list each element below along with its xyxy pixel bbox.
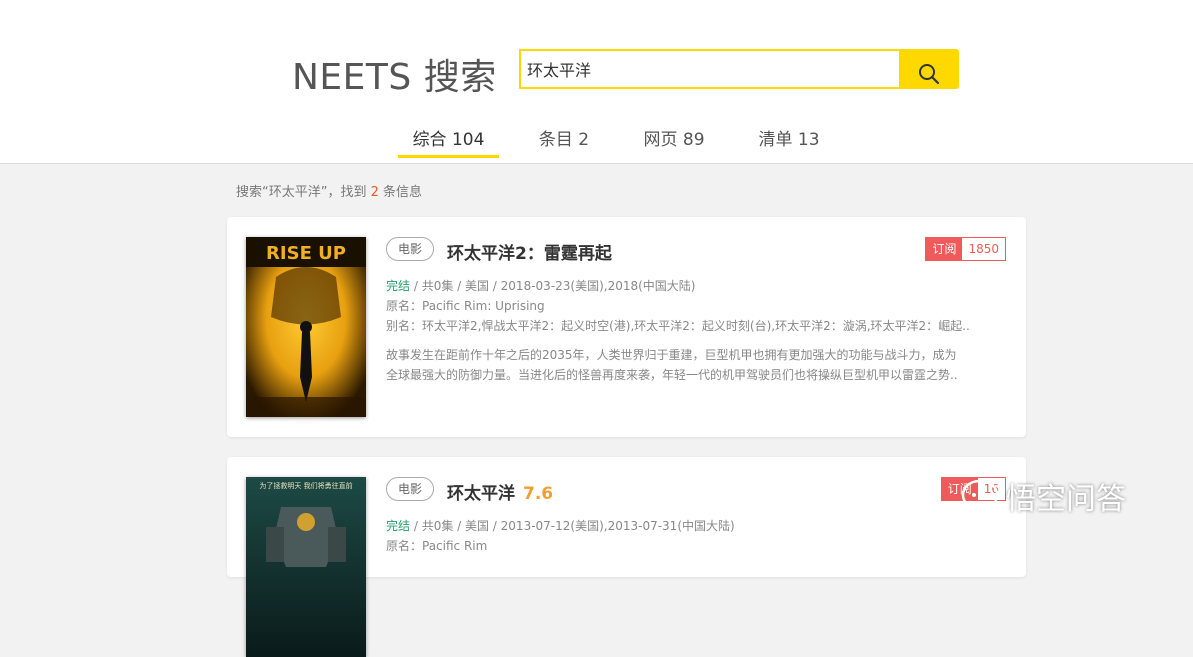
category-tag[interactable]: 电影 [386, 477, 435, 501]
poster-tagline: 为了拯救明天 我们将勇往直前 [259, 481, 352, 490]
poster-art: 为了拯救明天 我们将勇往直前 [246, 477, 366, 657]
result-meta: 完结 / 共0集 / 美国 / 2018-03-23(美国),2018(中国大陆… [386, 277, 1008, 294]
release-info: / 共0集 / 美国 / 2018-03-23(美国),2018(中国大陆) [410, 279, 696, 293]
description-line: 全球最强大的防御力量。当进化后的怪兽再度来袭，年轻一代的机甲驾驶员们也将操纵巨型… [386, 368, 958, 382]
header: NEETS 搜索 综合 104 条目 2 网页 89 清单 13 [0, 0, 1193, 164]
watermark: 悟空问答 [960, 474, 1126, 518]
subscribe-button[interactable]: 订阅 1850 [925, 237, 1006, 261]
result-title-text: 环太平洋2：雷霆再起 [447, 244, 612, 264]
tab-lists[interactable]: 清单 13 [753, 125, 825, 155]
movie-poster[interactable]: RISE UP [246, 237, 366, 417]
status-badge: 完结 [386, 279, 411, 293]
result-card: RISE UP 电影 环太平洋2：雷霆再起 订阅 1850 完结 / 共0集 /… [227, 217, 1026, 437]
movie-poster[interactable]: 为了拯救明天 我们将勇往直前 [246, 477, 366, 657]
result-summary: 搜索“环太平洋”，找到 2 条信息 [236, 181, 422, 200]
result-title[interactable]: 环太平洋 7.6 [447, 479, 553, 504]
search-input[interactable] [519, 49, 905, 89]
tab-webpages[interactable]: 网页 89 [638, 125, 710, 155]
rating-score: 7.6 [523, 484, 554, 504]
category-tag[interactable]: 电影 [386, 237, 435, 261]
original-name: 原名：Pacific Rim [386, 539, 488, 553]
original-name: 原名：Pacific Rim: Uprising [386, 299, 545, 313]
site-logo[interactable]: NEETS 搜索 [292, 48, 497, 100]
result-meta: 完结 / 共0集 / 美国 / 2013-07-12(美国),2013-07-3… [386, 517, 1008, 534]
description-line: 故事发生在距前作十年之后的2035年，人类世界归于重建，巨型机甲也拥有更加强大的… [386, 348, 957, 362]
search-button[interactable] [899, 49, 959, 89]
search-box [519, 49, 959, 89]
result-summary-prefix: 搜索“环太平洋”，找到 [236, 185, 371, 200]
tab-entries[interactable]: 条目 2 [533, 125, 595, 155]
result-card: 为了拯救明天 我们将勇往直前 电影 环太平洋 7.6 订阅 16 完结 / 共0集… [227, 457, 1026, 657]
tab-all[interactable]: 综合 104 [398, 125, 499, 158]
result-count: 2 [370, 185, 379, 200]
poster-art: RISE UP [246, 237, 366, 417]
status-badge: 完结 [386, 519, 411, 533]
chat-bubble-icon [961, 479, 999, 514]
subscribe-label: 订阅 [926, 238, 963, 260]
aliases: 别名：环太平洋2,悍战太平洋2：起义时空(港),环太平洋2：起义时刻(台),环太… [386, 319, 970, 333]
description: 故事发生在距前作十年之后的2035年，人类世界归于重建，巨型机甲也拥有更加强大的… [386, 345, 1008, 385]
poster-title: RISE UP [266, 243, 346, 264]
release-info: / 共0集 / 美国 / 2013-07-12(美国),2013-07-31(中… [410, 519, 735, 533]
subscribe-count: 1850 [962, 238, 1005, 260]
result-tabs: 综合 104 条目 2 网页 89 清单 13 [0, 125, 1193, 158]
result-summary-suffix: 条信息 [378, 185, 423, 200]
result-title[interactable]: 环太平洋2：雷霆再起 [447, 239, 612, 264]
search-icon [919, 63, 940, 84]
result-title-text: 环太平洋 [447, 484, 515, 504]
watermark-text: 悟空问答 [1006, 482, 1126, 517]
